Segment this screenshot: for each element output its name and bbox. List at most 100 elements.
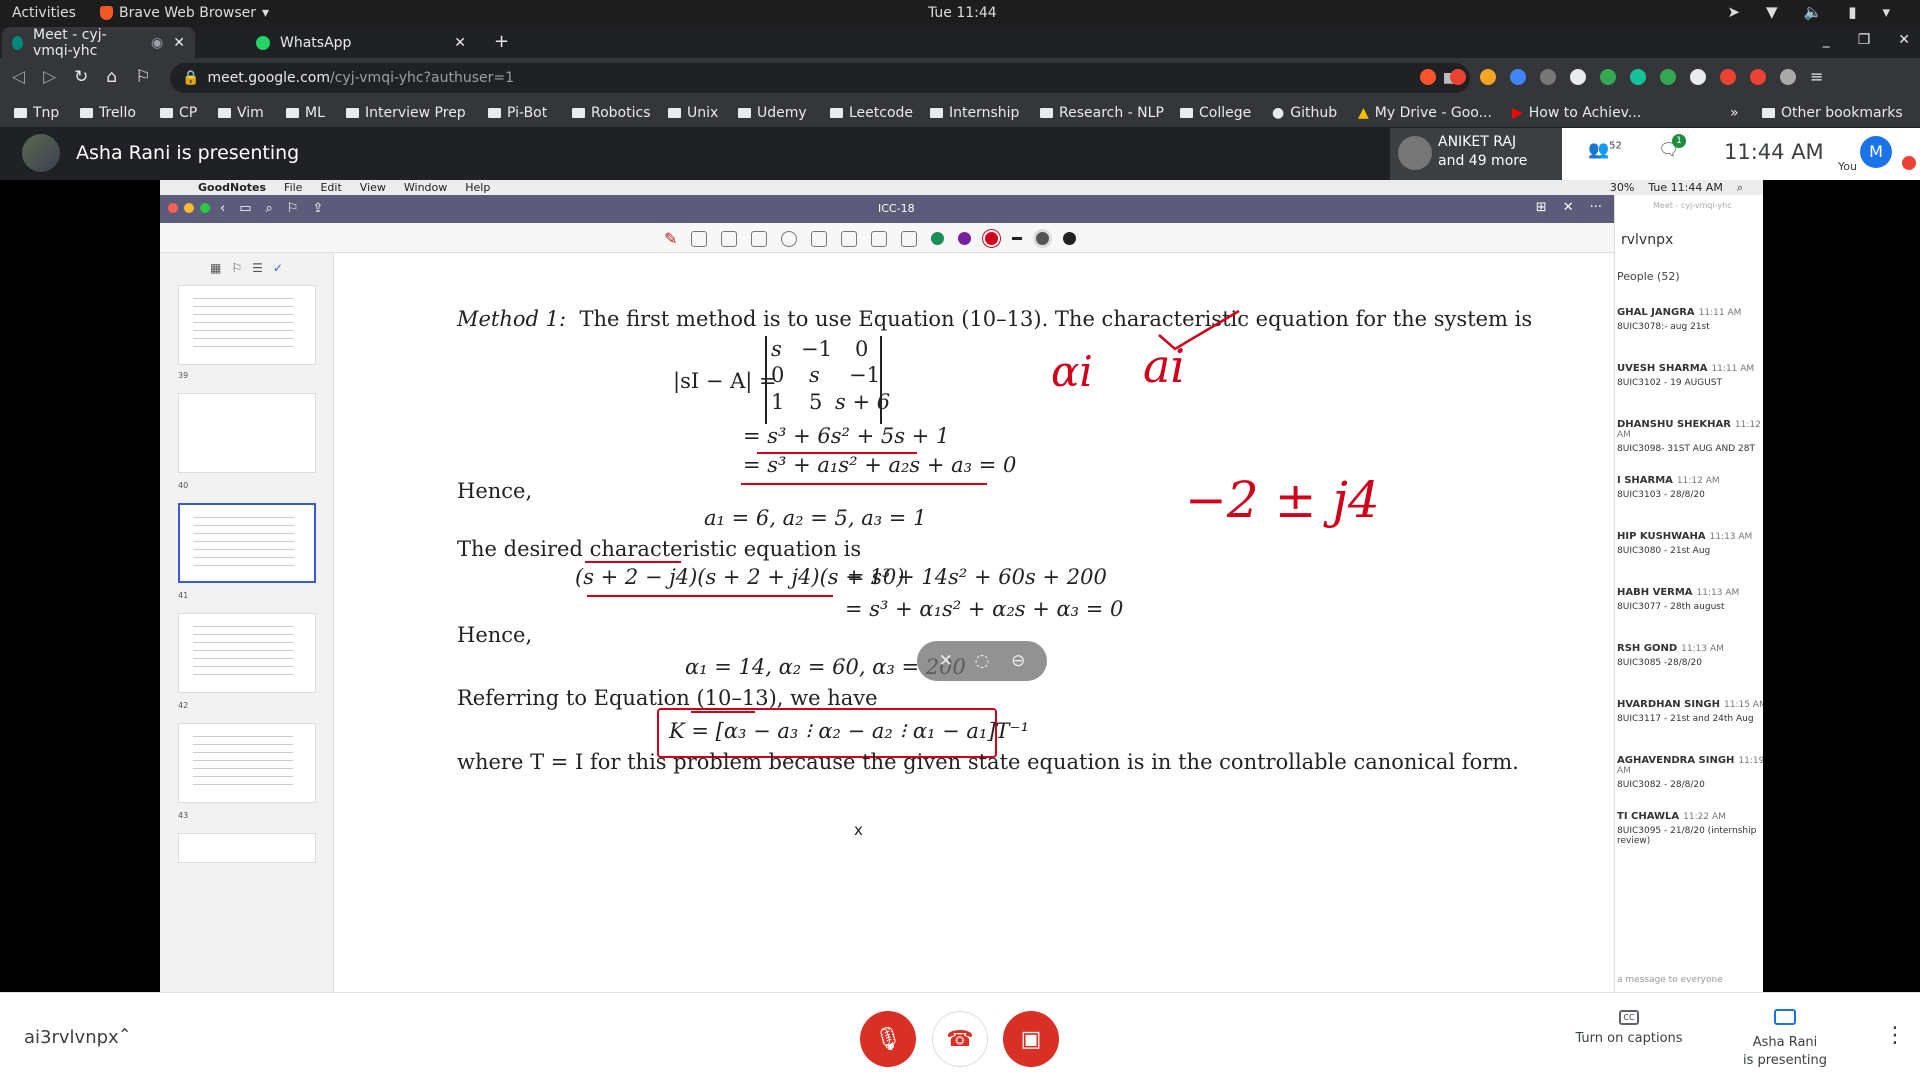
sidebar-tools: ▦ ⚐ ☰ ✓: [210, 261, 283, 275]
people-count: People (52): [1617, 270, 1680, 283]
bookmark-item[interactable]: Interview Prep: [346, 105, 466, 121]
chevron-up-icon[interactable]: ⌃: [118, 1025, 131, 1044]
app-menu[interactable]: Brave Web Browser ▾: [100, 5, 269, 21]
menu-icon[interactable]: ≡: [1810, 69, 1826, 85]
minimize-icon[interactable]: _: [1823, 32, 1830, 48]
forward-icon[interactable]: ▷: [43, 67, 56, 87]
chevron-down-icon[interactable]: ▾: [1882, 3, 1890, 21]
participant-more: and 49 more: [1438, 153, 1528, 169]
avatar: [1398, 136, 1432, 170]
activities-button[interactable]: Activities: [12, 5, 76, 21]
app-menu-label: Brave Web Browser: [119, 5, 256, 21]
mac-menu-item: View: [359, 181, 386, 194]
extension-icon[interactable]: [1660, 69, 1676, 85]
bookmark-item[interactable]: ● Github: [1272, 105, 1337, 121]
back-icon[interactable]: ◁: [12, 67, 25, 87]
brave-rewards-icon[interactable]: [1450, 69, 1466, 85]
mic-off-icon: ✕: [938, 651, 953, 671]
close-icon: ✕: [1562, 200, 1574, 215]
bookmark-item[interactable]: Leetcode: [830, 105, 913, 121]
meeting-time: 11:44 AM: [1724, 140, 1824, 164]
address-bar[interactable]: 🔒 meet.google.com/cyj-vmqi-yhc?authuser=…: [170, 63, 1470, 93]
bookmark-item[interactable]: ML: [286, 105, 325, 121]
translate-icon[interactable]: [1510, 69, 1526, 85]
folder-icon: [572, 108, 585, 118]
leave-call-button[interactable]: ☎: [932, 1011, 988, 1067]
extension-icon[interactable]: [1690, 69, 1706, 85]
extension-icon[interactable]: [1540, 69, 1556, 85]
captions-button[interactable]: CC Turn on captions: [1574, 1009, 1684, 1046]
more-options-icon[interactable]: ⋮: [1884, 1023, 1906, 1048]
bookmark-item[interactable]: Udemy: [738, 105, 807, 121]
mic-toggle-button[interactable]: 🎙: [860, 1011, 916, 1067]
goodnotes-right-tools: ⊞ ✕ ···: [1536, 200, 1602, 215]
add-page-icon: ⊞: [1535, 200, 1547, 215]
bookmark-item[interactable]: Tnp: [14, 105, 59, 121]
folder-icon: [218, 108, 231, 118]
close-window-icon[interactable]: ✕: [1898, 32, 1910, 48]
presenting-button[interactable]: Asha Rani is presenting: [1730, 1009, 1840, 1070]
recording-dot-icon: ◉: [151, 34, 164, 51]
ink-underline: [587, 595, 833, 597]
bookmark-item[interactable]: Pi-Bot: [488, 105, 547, 121]
chat-message: HABH VERMA 11:13 AM 8UIC3077 - 28th august: [1617, 587, 1740, 612]
bookmark-item[interactable]: Robotics: [572, 105, 651, 121]
method-label: Method 1:: [457, 307, 567, 331]
bookmark-item[interactable]: ▲ My Drive - Goo...: [1358, 105, 1492, 121]
bookmark-item[interactable]: Research - NLP: [1040, 105, 1164, 121]
volume-icon[interactable]: 🔈: [1804, 3, 1823, 21]
grammarly-icon[interactable]: [1600, 69, 1616, 85]
network-icon[interactable]: ▼: [1766, 3, 1778, 21]
battery-icon[interactable]: ▮: [1848, 3, 1856, 21]
home-icon[interactable]: ⌂: [106, 67, 117, 87]
stroke-medium-icon: [1036, 232, 1050, 245]
self-label: You: [1838, 160, 1857, 173]
extension-icon[interactable]: [1480, 69, 1496, 85]
bookmark-item[interactable]: Trello: [80, 105, 136, 121]
bookmark-item[interactable]: ▶ How to Achiev...: [1512, 105, 1641, 121]
chat-button[interactable]: 🗨 1: [1658, 134, 1686, 160]
close-icon[interactable]: ✕: [454, 35, 466, 51]
bookmark-item[interactable]: CP: [160, 105, 197, 121]
system-tray[interactable]: ➤ ▼ 🔈 ▮ ▾: [1727, 3, 1890, 21]
media-overlay: ✕ ◌ ⊖: [917, 641, 1047, 681]
play-icon[interactable]: [1570, 69, 1586, 85]
brave-shields-icon[interactable]: [1420, 69, 1436, 85]
send-icon[interactable]: ➤: [1727, 3, 1740, 21]
meeting-code[interactable]: ai3rvlvnpx: [24, 1027, 119, 1048]
grammarly-icon[interactable]: [1630, 69, 1646, 85]
bookmarks-bar: Tnp Trello CP Vim ML Interview Prep Pi-B…: [0, 98, 1920, 128]
camera-toggle-button[interactable]: ▣: [1003, 1011, 1059, 1067]
bookmark-item[interactable]: Internship: [930, 105, 1019, 121]
extension-icon[interactable]: [1720, 69, 1736, 85]
folder-icon: [488, 108, 501, 118]
traffic-lights: [168, 203, 210, 213]
bookmark-item[interactable]: Unix: [668, 105, 718, 121]
new-extension-icon[interactable]: [1750, 69, 1766, 85]
system-clock[interactable]: Tue 11:44: [928, 5, 997, 21]
tab-meet[interactable]: Meet - cyj-vmqi-yhc ◉ ✕: [2, 27, 195, 59]
bookmark-item[interactable]: Other bookmarks: [1762, 105, 1903, 121]
restore-icon[interactable]: ❐: [1858, 32, 1871, 48]
mac-menu-item: Help: [465, 181, 491, 194]
mac-menubar: GoodNotes File Edit View Window Help 30%…: [160, 180, 1763, 195]
profile-icon[interactable]: [1780, 69, 1796, 85]
bookmarks-overflow-icon[interactable]: »: [1730, 105, 1739, 121]
chat-url: Meet - cyj-vmqi-yhc: [1653, 201, 1732, 210]
meet-header-controls: 👥52 🗨 1 11:44 AM You M: [1562, 128, 1920, 180]
people-button[interactable]: 👥52: [1588, 140, 1622, 160]
participant-tile[interactable]: ANIKET RAJ and 49 more: [1390, 128, 1562, 180]
tab-whatsapp[interactable]: WhatsApp ✕: [246, 27, 476, 58]
bookmark-icon[interactable]: ⚐: [135, 67, 150, 87]
chat-message: RSH GOND 11:13 AM 8UIC3085 -28/8/20: [1617, 643, 1724, 668]
reload-icon[interactable]: ↻: [74, 67, 88, 87]
new-tab-button[interactable]: +: [494, 31, 509, 52]
pen-icon: ✎: [664, 229, 678, 248]
bookmark-item[interactable]: Vim: [218, 105, 264, 121]
close-icon[interactable]: ✕: [173, 35, 185, 51]
bookmark-item[interactable]: College: [1180, 105, 1251, 121]
self-avatar[interactable]: M: [1860, 136, 1892, 168]
ink-underline: [585, 561, 681, 563]
chat-message: DHANSHU SHEKHAR 11:12 AM 8UIC3098- 31ST AU…: [1617, 419, 1761, 454]
folder-icon: [830, 108, 843, 118]
